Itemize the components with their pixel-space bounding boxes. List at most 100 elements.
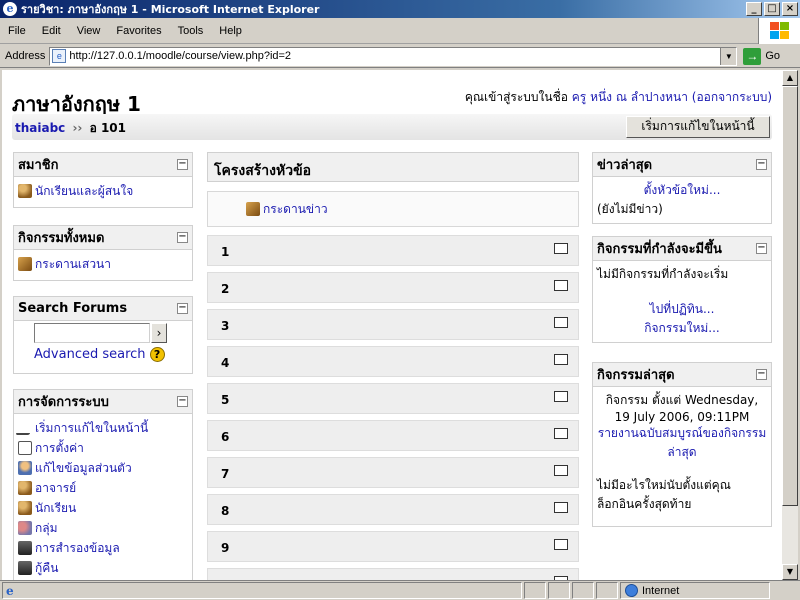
section-number: 1 — [221, 245, 230, 259]
status-panel — [596, 582, 618, 599]
admin-item-label[interactable]: การสำรองข้อมูล — [35, 539, 120, 558]
admin-item-label[interactable]: แก้ไขข้อมูลส่วนตัว — [35, 459, 132, 478]
section-number: 9 — [221, 541, 230, 555]
show-only-section-icon[interactable] — [554, 428, 568, 439]
admin-item-label[interactable]: การตั้งค่า — [35, 439, 84, 458]
page-status-icon: e — [6, 583, 14, 598]
admin-item-label[interactable]: นักเรียน — [35, 499, 76, 518]
scroll-down-icon[interactable]: ▼ — [782, 564, 798, 580]
globe-icon — [625, 584, 638, 597]
add-topic-link[interactable]: ตั้งหัวข้อใหม่... — [644, 183, 721, 197]
news-block-header: ข่าวล่าสุด − — [593, 153, 771, 177]
advanced-search-link[interactable]: Advanced search — [34, 347, 146, 362]
new-event-link[interactable]: กิจกรรมใหม่... — [644, 321, 720, 335]
page-icon: e — [52, 49, 67, 63]
activities-block-header: กิจกรรมทั้งหมด − — [14, 226, 192, 250]
search-go-button[interactable]: › — [151, 323, 167, 343]
participants-link[interactable]: นักเรียนและผู้สนใจ — [18, 181, 188, 201]
search-input[interactable] — [34, 323, 150, 343]
show-only-section-icon[interactable] — [554, 280, 568, 291]
admin-item-label[interactable]: เริ่มการแก้ไขในหน้านี้ — [35, 419, 148, 438]
section-number: 4 — [221, 356, 230, 370]
collapse-icon[interactable]: − — [177, 159, 188, 170]
show-only-section-icon[interactable] — [554, 317, 568, 328]
status-bar: e Internet — [0, 580, 800, 600]
logout-link[interactable]: (ออกจากระบบ) — [692, 90, 772, 104]
show-only-section-icon[interactable] — [554, 243, 568, 254]
settings-icon — [18, 441, 32, 455]
show-only-section-icon[interactable] — [554, 391, 568, 402]
section-row: 9 — [207, 531, 579, 562]
admin-item-editing[interactable]: เริ่มการแก้ไขในหน้านี้ — [15, 418, 188, 438]
menu-view[interactable]: View — [69, 25, 109, 37]
collapse-icon[interactable]: − — [177, 232, 188, 243]
menu-help[interactable]: Help — [211, 25, 250, 37]
status-panel — [548, 582, 570, 599]
section-number: 5 — [221, 393, 230, 407]
members-block: สมาชิก − นักเรียนและผู้สนใจ — [13, 152, 193, 208]
address-input[interactable]: e http://127.0.0.1/moodle/course/view.ph… — [49, 46, 738, 66]
students-icon — [18, 501, 32, 515]
collapse-icon[interactable]: − — [756, 243, 767, 254]
section-number: 2 — [221, 282, 230, 296]
show-only-section-icon[interactable] — [554, 354, 568, 365]
go-to-calendar-link[interactable]: ไปที่ปฏิทิน... — [650, 302, 715, 316]
admin-item-teachers[interactable]: อาจารย์ — [18, 478, 188, 498]
show-only-section-icon[interactable] — [554, 502, 568, 513]
admin-item-label[interactable]: อาจารย์ — [35, 479, 76, 498]
security-zone: Internet — [620, 582, 770, 599]
window-title: รายวิชา: ภาษาอังกฤษ 1 - Microsoft Intern… — [21, 3, 320, 16]
admin-item-label[interactable]: กู้คืน — [35, 559, 59, 578]
address-dropdown-icon[interactable]: ▼ — [720, 47, 737, 65]
go-arrow-icon[interactable]: → — [743, 47, 762, 65]
menu-tools[interactable]: Tools — [170, 25, 212, 37]
breadcrumb-current: อ 101 — [89, 121, 126, 135]
menu-bar: File Edit View Favorites Tools Help — [0, 18, 800, 44]
menu-file[interactable]: File — [0, 25, 34, 37]
close-button[interactable]: × — [782, 2, 798, 16]
scroll-thumb[interactable] — [782, 86, 798, 506]
collapse-icon[interactable]: − — [756, 369, 767, 380]
turn-editing-on-button[interactable]: เริ่มการแก้ไขในหน้านี้ — [626, 116, 770, 138]
collapse-icon[interactable]: − — [177, 303, 188, 314]
section-row: 7 — [207, 457, 579, 488]
breadcrumb-separator: ›› — [72, 121, 83, 135]
login-user-link[interactable]: ครู หนึ่ง ณ ลำปางหนา — [572, 90, 688, 104]
help-icon[interactable]: ? — [149, 347, 165, 362]
topic-outline-header: โครงสร้างหัวข้อ — [207, 152, 579, 182]
breadcrumb-home-link[interactable]: thaiabc — [15, 121, 65, 135]
collapse-icon[interactable]: − — [177, 396, 188, 407]
minimize-button[interactable]: _ — [746, 2, 762, 16]
address-url[interactable]: http://127.0.0.1/moodle/course/view.php?… — [69, 50, 720, 62]
admin-item-groups[interactable]: กลุ่ม — [18, 518, 188, 538]
activities-block-title: กิจกรรมทั้งหมด — [18, 231, 105, 246]
admin-item-backup[interactable]: การสำรองข้อมูล — [18, 538, 188, 558]
admin-item-label[interactable]: กลุ่ม — [35, 519, 58, 538]
participants-label[interactable]: นักเรียนและผู้สนใจ — [35, 182, 133, 201]
admin-item-students[interactable]: นักเรียน — [18, 498, 188, 518]
news-forum-link[interactable]: กระดานข่าว — [263, 200, 328, 219]
admin-item-restore[interactable]: กู้คืน — [18, 558, 188, 578]
forums-label[interactable]: กระดานเสวนา — [35, 255, 111, 274]
section-row: 5 — [207, 383, 579, 414]
admin-item-settings[interactable]: การตั้งค่า — [18, 438, 188, 458]
vertical-scrollbar[interactable]: ▲ ▼ — [782, 70, 798, 580]
menu-edit[interactable]: Edit — [34, 25, 69, 37]
full-report-link[interactable]: รายงานฉบับสมบูรณ์ของกิจกรรมล่าสุด — [598, 426, 767, 459]
go-button[interactable]: → Go — [743, 47, 780, 65]
admin-item-profile[interactable]: แก้ไขข้อมูลส่วนตัว — [18, 458, 188, 478]
scroll-up-icon[interactable]: ▲ — [782, 70, 798, 86]
news-block-title: ข่าวล่าสุด — [597, 158, 653, 173]
show-only-section-icon[interactable] — [554, 539, 568, 550]
maximize-button[interactable]: □ — [764, 2, 780, 16]
show-only-section-icon[interactable] — [554, 465, 568, 476]
collapse-icon[interactable]: − — [756, 159, 767, 170]
menu-favorites[interactable]: Favorites — [108, 25, 169, 37]
no-upcoming-text: ไม่มีกิจกรรมที่กำลังจะเริ่ม — [597, 267, 729, 281]
address-label: Address — [5, 50, 46, 62]
participants-icon — [18, 184, 32, 198]
latest-news-block: ข่าวล่าสุด − ตั้งหัวข้อใหม่... (ยังไม่มี… — [592, 152, 772, 224]
forums-link[interactable]: กระดานเสวนา — [18, 254, 188, 274]
go-label[interactable]: Go — [765, 50, 780, 62]
status-panel — [524, 582, 546, 599]
